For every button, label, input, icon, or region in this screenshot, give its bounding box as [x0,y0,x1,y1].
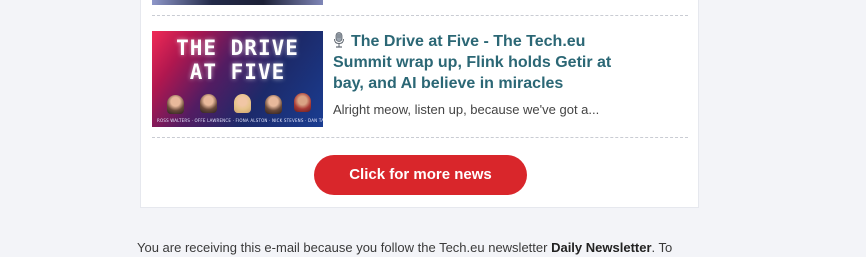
article-headline-text: The Drive at Five - The Tech.eu Summit w… [333,33,612,92]
more-news-button[interactable]: Click for more news [314,155,527,195]
host-avatar [200,94,217,113]
article-thumbnail[interactable]: THE DRIVE AT FIVE ROSS WALTERS · OFFE LA… [152,31,323,127]
divider [152,137,688,138]
newsletter-card: THE DRIVE AT FIVE ROSS WALTERS · OFFE LA… [140,0,699,208]
microphone-icon [334,32,344,48]
host-avatar [265,95,282,114]
host-avatar [234,94,251,113]
article-headline-link[interactable]: The Drive at Five - The Tech.eu Summit w… [333,31,633,94]
host-avatar [294,93,311,112]
host-faces [152,92,323,116]
thumbnail-title: THE DRIVE AT FIVE [176,36,299,84]
divider [152,15,688,16]
article-excerpt: Alright meow, listen up, because we've g… [333,102,600,117]
host-avatar [167,95,184,114]
previous-article-thumbnail[interactable] [152,0,323,5]
thumbnail-caption: ROSS WALTERS · OFFE LAWRENCE · FIONA ALS… [157,118,323,123]
footer-notice: You are receiving this e-mail because yo… [137,239,857,257]
